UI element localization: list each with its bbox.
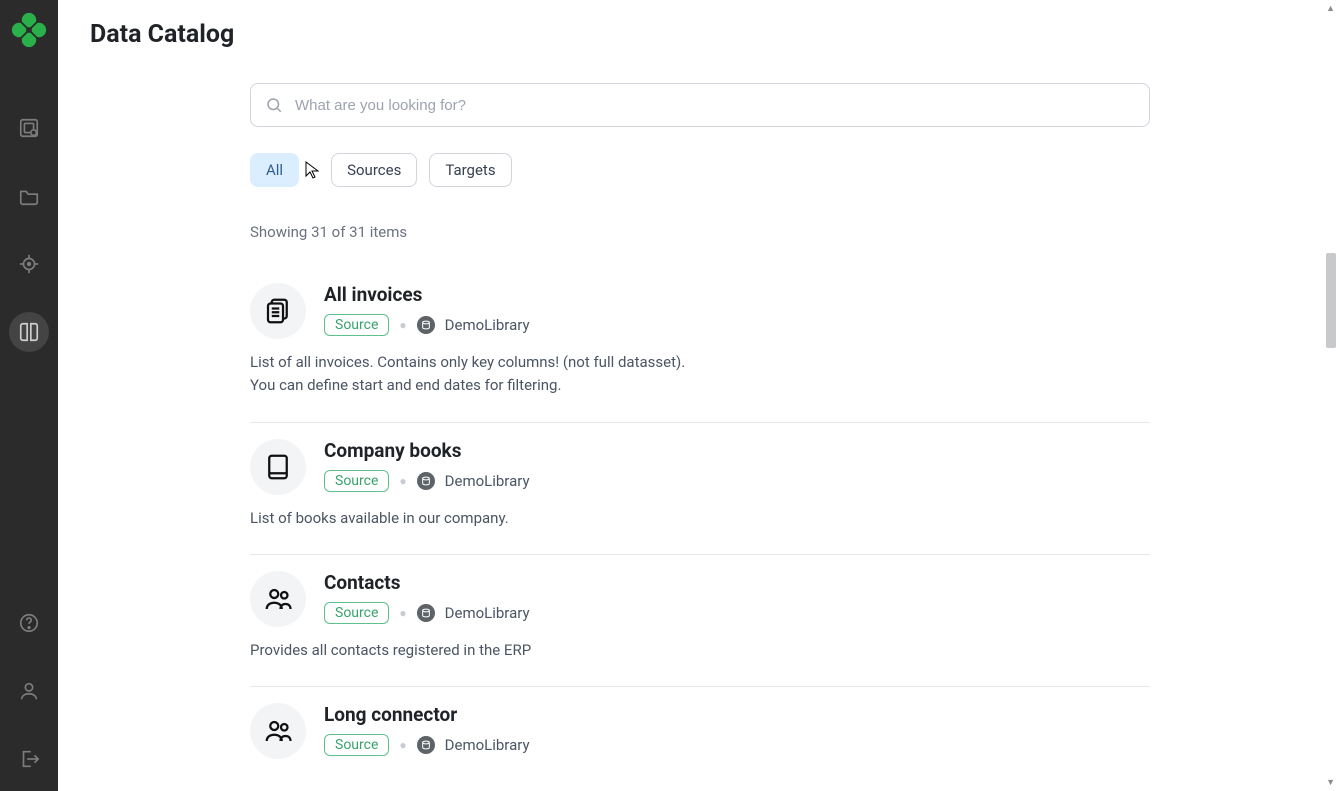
sidebar — [0, 0, 58, 791]
main-area: Data Catalog All Sources Targets Showing… — [58, 0, 1340, 791]
source-badge: Source — [324, 470, 389, 492]
item-title: Long connector — [324, 703, 530, 726]
document-stack-icon — [250, 283, 306, 339]
search-input[interactable] — [295, 97, 1135, 114]
list-item[interactable]: Company books Source ● DemoLibrary List … — [250, 423, 1150, 555]
library-name: DemoLibrary — [445, 316, 530, 334]
nav-folder-icon[interactable] — [9, 176, 49, 216]
scrollbar[interactable]: ▲ ▼ — [1324, 0, 1338, 791]
book-icon — [250, 439, 306, 495]
people-icon — [250, 571, 306, 627]
library-name: DemoLibrary — [445, 472, 530, 490]
database-icon — [417, 472, 435, 490]
nav-pipelines-icon[interactable] — [9, 108, 49, 148]
nav-help-icon[interactable] — [9, 603, 49, 643]
source-badge: Source — [324, 602, 389, 624]
item-title: Company books — [324, 439, 530, 462]
results-list: All invoices Source ● DemoLibrary List o… — [250, 267, 1150, 783]
search-icon — [265, 96, 283, 114]
nav-logout-icon[interactable] — [9, 739, 49, 779]
list-item[interactable]: All invoices Source ● DemoLibrary List o… — [250, 267, 1150, 423]
filter-chip-all[interactable]: All — [250, 153, 299, 187]
filter-chip-targets[interactable]: Targets — [429, 153, 511, 187]
database-icon — [417, 604, 435, 622]
results-count: Showing 31 of 31 items — [250, 223, 1150, 241]
item-description: List of books available in our company. — [250, 507, 1150, 530]
scroll-up-icon[interactable]: ▲ — [1326, 3, 1335, 14]
list-item[interactable]: Long connector Source ● DemoLibrary — [250, 687, 1150, 783]
search-input-wrap[interactable] — [250, 83, 1150, 127]
source-badge: Source — [324, 314, 389, 336]
item-title: Contacts — [324, 571, 530, 594]
filter-row: All Sources Targets — [250, 153, 1150, 187]
source-badge: Source — [324, 734, 389, 756]
list-item[interactable]: Contacts Source ● DemoLibrary Provides a… — [250, 555, 1150, 687]
scroll-thumb[interactable] — [1326, 253, 1336, 348]
nav-user-icon[interactable] — [9, 671, 49, 711]
scroll-down-icon[interactable]: ▼ — [1326, 777, 1335, 788]
database-icon — [417, 316, 435, 334]
nav-target-icon[interactable] — [9, 244, 49, 284]
page-title: Data Catalog — [90, 20, 1300, 49]
item-title: All invoices — [324, 283, 530, 306]
nav-catalog-icon[interactable] — [9, 312, 49, 352]
item-description: List of all invoices. Contains only key … — [250, 351, 1150, 398]
people-icon — [250, 703, 306, 759]
cursor-icon — [305, 161, 319, 179]
filter-chip-sources[interactable]: Sources — [331, 153, 417, 187]
item-description: Provides all contacts registered in the … — [250, 639, 1150, 662]
library-name: DemoLibrary — [445, 736, 530, 754]
library-name: DemoLibrary — [445, 604, 530, 622]
database-icon — [417, 736, 435, 754]
app-logo[interactable] — [11, 12, 47, 48]
